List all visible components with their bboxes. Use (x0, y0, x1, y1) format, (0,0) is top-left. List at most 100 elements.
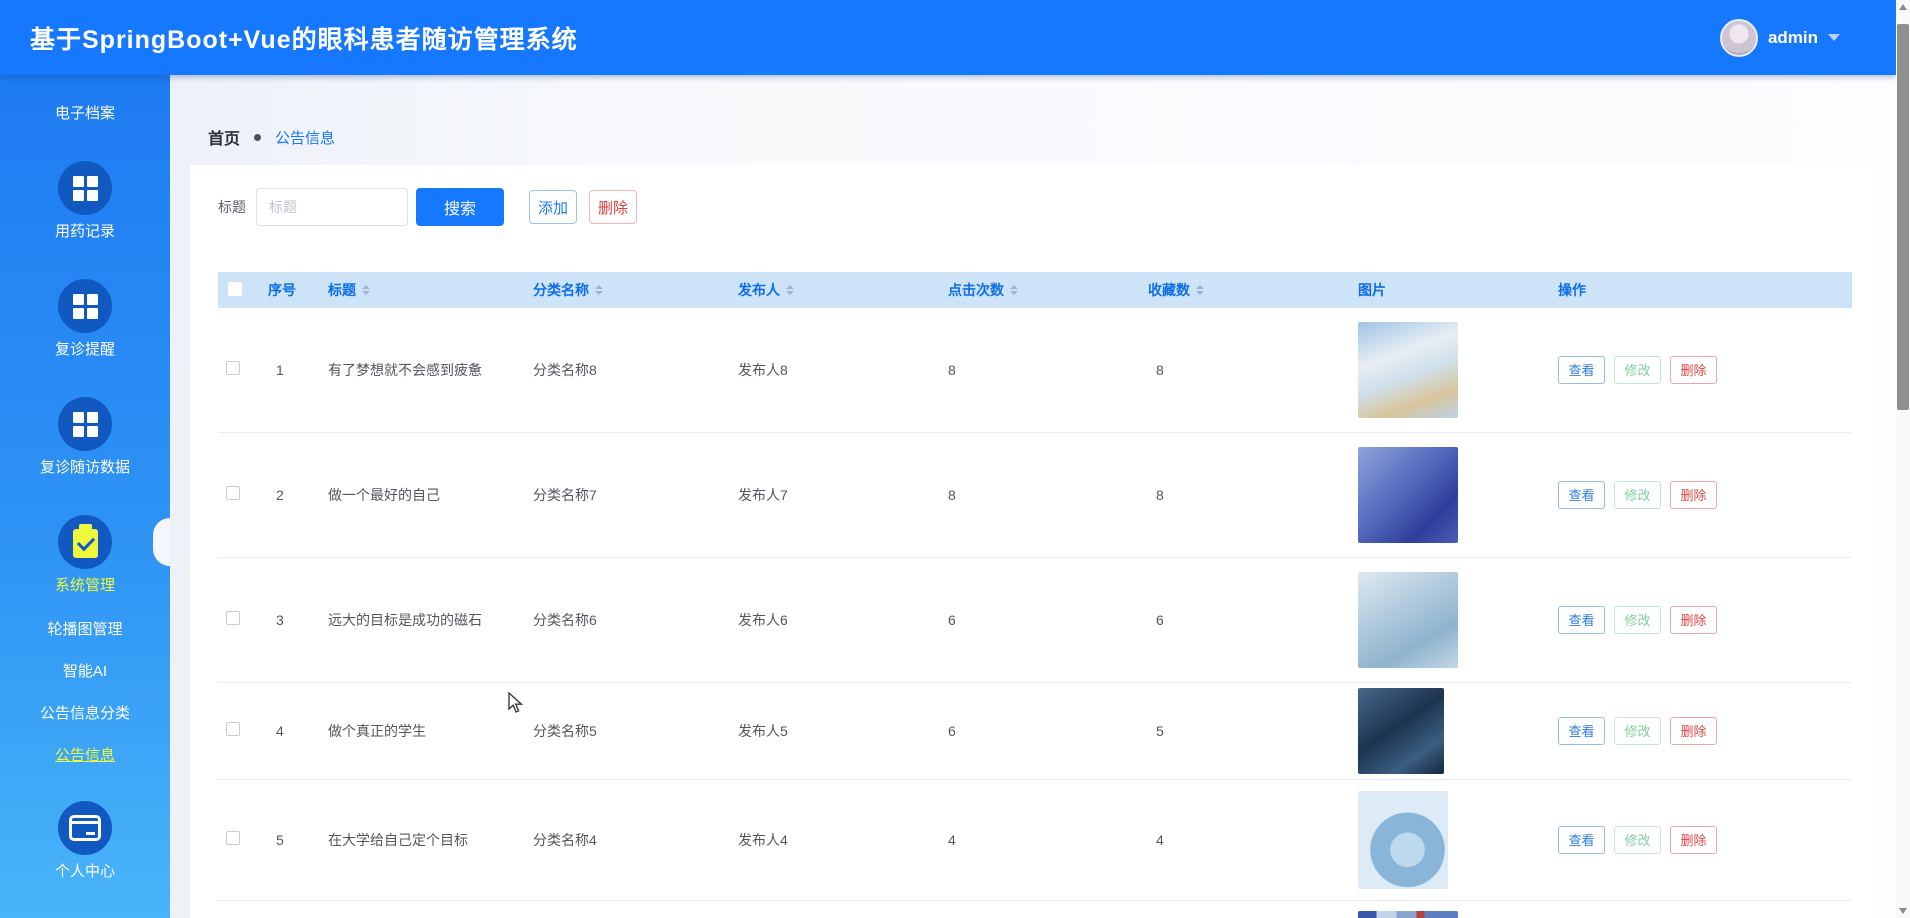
id-card-icon[interactable] (58, 801, 112, 855)
table-body: 1有了梦想就不会感到疲惫分类名称8发布人888查看修改删除2做一个最好的自己分类… (218, 308, 1852, 918)
sidebar-item-announcement-info[interactable]: 公告信息 (55, 747, 115, 765)
sidebar-item-system-management[interactable]: 系统管理 (55, 577, 115, 595)
sidebar-item-announcement-category[interactable]: 公告信息分类 (40, 705, 130, 723)
breadcrumb: 首页 公告信息 (208, 125, 335, 149)
add-button[interactable]: 添加 (529, 190, 577, 224)
view-button[interactable]: 查看 (1558, 481, 1605, 509)
delete-row-button[interactable]: 删除 (1670, 717, 1717, 745)
column-header-index: 序号 (260, 272, 320, 308)
sort-icon[interactable] (1196, 285, 1204, 295)
edit-button[interactable]: 修改 (1614, 717, 1661, 745)
row-checkbox[interactable] (226, 486, 240, 500)
edit-button[interactable]: 修改 (1614, 826, 1661, 854)
search-button[interactable]: 搜索 (416, 188, 504, 226)
edit-button[interactable]: 修改 (1614, 481, 1661, 509)
nurse-making-hospital-bed-photo (1358, 322, 1458, 418)
column-header-favorites: 收藏数 (1140, 272, 1350, 308)
mouse-cursor (506, 692, 526, 714)
delete-button[interactable]: 删除 (589, 190, 637, 224)
cell-clicks: 6 (940, 557, 1140, 682)
row-checkbox[interactable] (226, 831, 240, 845)
row-checkbox[interactable] (226, 722, 240, 736)
cell-favorites: 8 (1140, 308, 1350, 432)
breadcrumb-separator-dot (254, 134, 261, 141)
view-button[interactable]: 查看 (1558, 826, 1605, 854)
scrollbar-thumb[interactable] (1897, 24, 1909, 410)
sort-icon[interactable] (786, 285, 794, 295)
sort-icon[interactable] (595, 285, 603, 295)
grid-icon-glyph (73, 412, 98, 437)
cell-category: 分类名称7 (525, 432, 730, 557)
view-button[interactable]: 查看 (1558, 356, 1605, 384)
active-item-notch (153, 518, 170, 566)
row-checkbox[interactable] (226, 361, 240, 375)
table-row-partial (218, 900, 1852, 918)
cell-index: 1 (260, 308, 320, 432)
app: 基于SpringBoot+Vue的眼科患者随访管理系统 admin 电子档案 用… (0, 0, 1910, 918)
clipboard-check-icon[interactable] (58, 515, 112, 569)
search-input[interactable] (256, 188, 408, 226)
cell-publisher: 发布人6 (730, 557, 940, 682)
cell-clicks: 6 (940, 682, 1140, 779)
cell-publisher: 发布人8 (730, 308, 940, 432)
sort-icon[interactable] (1010, 285, 1018, 295)
breadcrumb-home[interactable]: 首页 (208, 125, 240, 149)
row-checkbox[interactable] (226, 611, 240, 625)
cell-category: 分类名称8 (525, 308, 730, 432)
cell-index: 4 (260, 682, 320, 779)
sidebar-item-carousel-management[interactable]: 轮播图管理 (47, 621, 122, 639)
view-button[interactable]: 查看 (1558, 606, 1605, 634)
cell-clicks: 4 (940, 779, 1140, 900)
scroll-up-arrow-icon[interactable] (1899, 4, 1907, 10)
cell-index: 2 (260, 432, 320, 557)
cell-favorites: 4 (1140, 779, 1350, 900)
delete-row-button[interactable]: 删除 (1670, 356, 1717, 384)
view-button[interactable]: 查看 (1558, 717, 1605, 745)
cell-category: 分类名称4 (525, 779, 730, 900)
doctor-holding-globe-photo (1358, 791, 1448, 889)
user-avatar[interactable] (1720, 19, 1758, 57)
cell-title: 远大的目标是成功的磁石 (320, 557, 525, 682)
table-header-row: 序号 标题 分类名称 发布人 点击次数 收藏数 图片 操作 (218, 272, 1852, 308)
sidebar-item-revisit-reminder[interactable]: 复诊提醒 (55, 341, 115, 359)
select-all-checkbox[interactable] (228, 282, 242, 296)
delete-row-button[interactable]: 删除 (1670, 826, 1717, 854)
cell-title: 有了梦想就不会感到疲惫 (320, 308, 525, 432)
cell-title: 在大学给自己定个目标 (320, 779, 525, 900)
cell-clicks: 8 (940, 308, 1140, 432)
cell-category: 分类名称6 (525, 557, 730, 682)
edit-button[interactable]: 修改 (1614, 606, 1661, 634)
grid-icon[interactable] (58, 397, 112, 451)
cell-publisher: 发布人4 (730, 779, 940, 900)
grid-icon-glyph (73, 294, 98, 319)
username: admin (1768, 28, 1818, 48)
table-row: 1有了梦想就不会感到疲惫分类名称8发布人888查看修改删除 (218, 308, 1852, 432)
scroll-down-arrow-icon[interactable] (1899, 908, 1907, 914)
sidebar-item-smart-ai[interactable]: 智能AI (63, 663, 107, 681)
table-row: 3远大的目标是成功的磁石分类名称6发布人666查看修改删除 (218, 557, 1852, 682)
user-menu[interactable]: admin (1720, 0, 1840, 75)
grid-icon[interactable] (58, 161, 112, 215)
sidebar-item-followup-data[interactable]: 复诊随访数据 (40, 459, 130, 477)
grid-icon[interactable] (58, 279, 112, 333)
cell-publisher: 发布人5 (730, 682, 940, 779)
sidebar-item-electronic-archive[interactable]: 电子档案 (55, 105, 115, 123)
cell-favorites: 8 (1140, 432, 1350, 557)
delete-row-button[interactable]: 删除 (1670, 606, 1717, 634)
table-row: 2做一个最好的自己分类名称7发布人788查看修改删除 (218, 432, 1852, 557)
delete-row-button[interactable]: 删除 (1670, 481, 1717, 509)
toolbar: 标题 搜索 添加 删除 (218, 188, 637, 226)
sidebar: 电子档案 用药记录 复诊提醒 复诊随访数据 系统管理 轮播图管理 智能AI 公告… (0, 75, 170, 918)
clipboard-check-glyph (73, 529, 98, 558)
sidebar-item-personal-center[interactable]: 个人中心 (55, 863, 115, 881)
main-content: 首页 公告信息 标题 搜索 添加 删除 序号 (170, 75, 1896, 918)
edit-button[interactable]: 修改 (1614, 356, 1661, 384)
id-card-glyph (69, 815, 101, 841)
cell-publisher: 发布人7 (730, 432, 940, 557)
app-title: 基于SpringBoot+Vue的眼科患者随访管理系统 (30, 20, 578, 56)
page-scrollbar[interactable] (1896, 0, 1910, 918)
medical-technology-photo (1358, 572, 1458, 668)
breadcrumb-current[interactable]: 公告信息 (275, 127, 335, 148)
sidebar-item-medication-record[interactable]: 用药记录 (55, 223, 115, 241)
sort-icon[interactable] (362, 285, 370, 295)
